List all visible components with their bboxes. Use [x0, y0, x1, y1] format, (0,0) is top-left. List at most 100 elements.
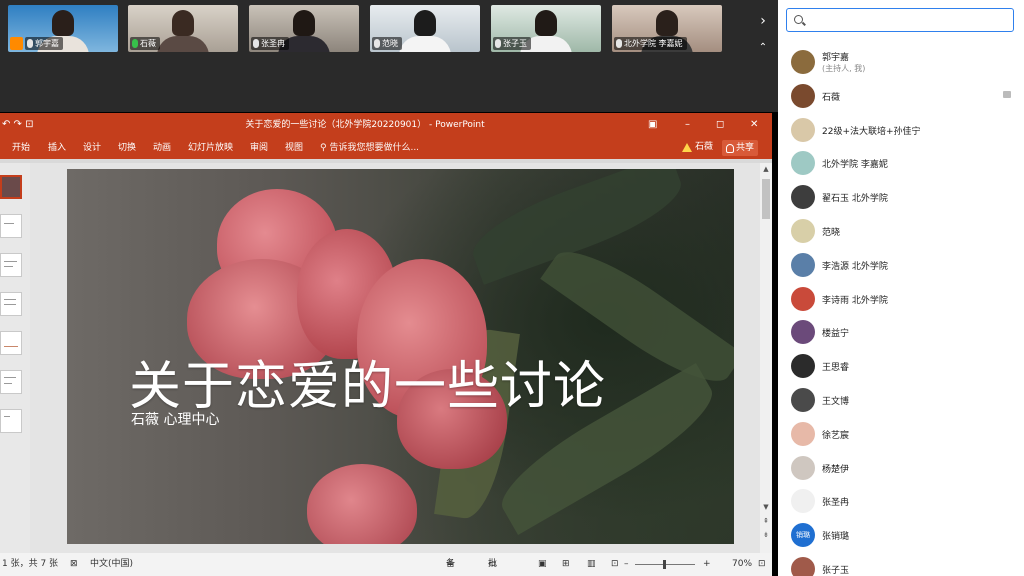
chevron-right-icon[interactable]: ›: [756, 8, 770, 34]
spellcheck-icon[interactable]: ⊠: [70, 553, 78, 576]
microphone-icon: [616, 39, 622, 48]
zoom-in-icon[interactable]: +: [703, 553, 711, 576]
zoom-slider[interactable]: [635, 560, 695, 569]
microphone-active-icon: [132, 39, 138, 48]
video-tile[interactable]: 郭宇嘉: [8, 5, 118, 52]
participant-row[interactable]: 张圣冉: [778, 483, 1024, 517]
slide-title[interactable]: 关于恋爱的一些讨论: [129, 344, 606, 419]
language-status[interactable]: 中文(中国): [90, 553, 133, 576]
slide-editor[interactable]: 关于恋爱的一些讨论 石薇 心理中心: [30, 163, 760, 553]
tab-slideshow[interactable]: 幻灯片放映: [188, 142, 233, 154]
avatar: [791, 489, 815, 514]
slide-thumbnail[interactable]: [0, 292, 22, 316]
powerpoint-titlebar: ↶ ↷ ⊡ 关于恋爱的一些讨论（北外学院20220901） - PowerPoi…: [0, 113, 772, 137]
vertical-scrollbar[interactable]: ▲ ▼ ⇞ ⇟: [760, 163, 772, 553]
participant-name: 翟石玉 北外学院: [822, 194, 888, 205]
share-button[interactable]: 共享: [722, 140, 759, 156]
avatar: [791, 50, 815, 74]
tab-animations[interactable]: 动画: [153, 142, 171, 154]
video-tile[interactable]: 范晓: [370, 5, 480, 52]
participant-row[interactable]: 杨楚伊: [778, 450, 1024, 484]
video-name-tag: 范晓: [372, 37, 402, 50]
avatar: [791, 219, 815, 243]
participant-row[interactable]: 楼益宁: [778, 314, 1024, 348]
participant-row[interactable]: 翟石玉 北外学院: [778, 179, 1024, 213]
slideshow-icon[interactable]: ⊡: [611, 553, 619, 576]
chat-icon[interactable]: [1003, 90, 1011, 98]
slide-thumbnail[interactable]: [0, 409, 22, 433]
tab-home[interactable]: 开始: [12, 142, 30, 154]
share-label: 共享: [736, 143, 755, 153]
video-name-tag: 张子玉: [493, 37, 531, 50]
search-input[interactable]: [807, 12, 1007, 28]
participant-row[interactable]: 郭宇嘉 (主持人, 我): [778, 44, 1024, 78]
normal-view-icon[interactable]: ▣: [538, 553, 547, 576]
participant-row[interactable]: 石薇: [778, 78, 1024, 112]
participant-row[interactable]: 李浩源 北外学院: [778, 247, 1024, 281]
participant-head: [535, 10, 557, 36]
scrollbar-thumb[interactable]: [762, 179, 770, 219]
participant-row[interactable]: 李诗雨 北外学院: [778, 281, 1024, 315]
minimize-icon[interactable]: –: [685, 113, 690, 137]
powerpoint-window: ↶ ↷ ⊡ 关于恋爱的一些讨论（北外学院20220901） - PowerPoi…: [0, 113, 772, 576]
tab-transitions[interactable]: 切换: [118, 142, 136, 154]
participant-row[interactable]: 北外学院 李嘉妮: [778, 145, 1024, 179]
participant-row[interactable]: 张子玉: [778, 551, 1024, 576]
close-icon[interactable]: ✕: [750, 113, 758, 137]
slide-sorter-icon[interactable]: ⊞: [562, 553, 570, 576]
tell-me-box[interactable]: ⚲ 告诉我您想要做什么...: [320, 142, 419, 154]
zoom-slider-knob[interactable]: [663, 560, 666, 569]
warning-icon: [682, 143, 692, 152]
participant-row[interactable]: 王文博: [778, 382, 1024, 416]
tab-review[interactable]: 审阅: [250, 142, 268, 154]
tab-view[interactable]: 视图: [285, 142, 303, 154]
video-tile-name: 石薇: [140, 39, 156, 48]
avatar: [791, 320, 815, 345]
participant-head: [172, 10, 194, 36]
slide-thumbnail[interactable]: [0, 370, 22, 394]
zoom-level[interactable]: 70%: [732, 553, 752, 576]
microphone-icon: [495, 39, 501, 48]
video-tile-name: 张子玉: [503, 39, 527, 48]
slide-subtitle[interactable]: 石薇 心理中心: [131, 409, 219, 429]
slide[interactable]: 关于恋爱的一些讨论 石薇 心理中心: [67, 169, 734, 544]
video-tile[interactable]: 北外学院 李嘉妮: [612, 5, 722, 52]
tab-insert[interactable]: 插入: [48, 142, 66, 154]
slide-counter: 1 张，共 7 张: [2, 559, 59, 569]
scroll-down-icon[interactable]: ▼: [760, 501, 772, 513]
fit-to-window-icon[interactable]: ⊡: [758, 553, 766, 576]
participant-name: 郭宇嘉: [822, 53, 850, 63]
reading-view-icon[interactable]: ▥: [587, 553, 596, 576]
participant-head: [656, 10, 678, 36]
maximize-icon[interactable]: ◻: [716, 113, 724, 137]
scroll-up-icon[interactable]: ▲: [760, 163, 772, 175]
slide-thumbnail[interactable]: [0, 175, 22, 199]
next-slide-icon[interactable]: ⇟: [760, 529, 772, 541]
participant-row[interactable]: 范晓: [778, 213, 1024, 247]
video-tile[interactable]: 张圣冉: [249, 5, 359, 52]
slide-thumbnail[interactable]: [0, 253, 22, 277]
participant-name: 王文博: [822, 397, 850, 407]
participant-row[interactable]: 销璐 张销璐: [778, 517, 1024, 551]
account-button[interactable]: 石薇: [682, 141, 713, 154]
participant-search[interactable]: [786, 8, 1014, 32]
participant-row[interactable]: 王思睿: [778, 348, 1024, 382]
slide-thumbnail[interactable]: [0, 331, 22, 355]
previous-slide-icon[interactable]: ⇞: [760, 515, 772, 527]
tab-design[interactable]: 设计: [83, 142, 101, 154]
video-tile[interactable]: 石薇: [128, 5, 238, 52]
video-tile[interactable]: 张子玉: [491, 5, 601, 52]
zoom-out-icon[interactable]: –: [624, 553, 629, 576]
participant-name: 楼益宁: [822, 329, 850, 340]
search-icon: [794, 15, 803, 24]
ribbon-display-icon[interactable]: ▣: [648, 113, 657, 137]
participant-row[interactable]: 徐艺宸: [778, 416, 1024, 450]
chevron-up-icon[interactable]: ⌃: [756, 42, 770, 56]
thumbnail-line: [4, 266, 13, 267]
thumbnail-line: [4, 383, 12, 384]
slide-thumbnail[interactable]: [0, 214, 22, 238]
participant-head: [293, 10, 315, 36]
participant-role: (主持人, 我): [822, 64, 866, 73]
participant-row[interactable]: 22级+法大联培+孙佳宁: [778, 112, 1024, 146]
participant-name: 张销璐: [822, 532, 850, 543]
